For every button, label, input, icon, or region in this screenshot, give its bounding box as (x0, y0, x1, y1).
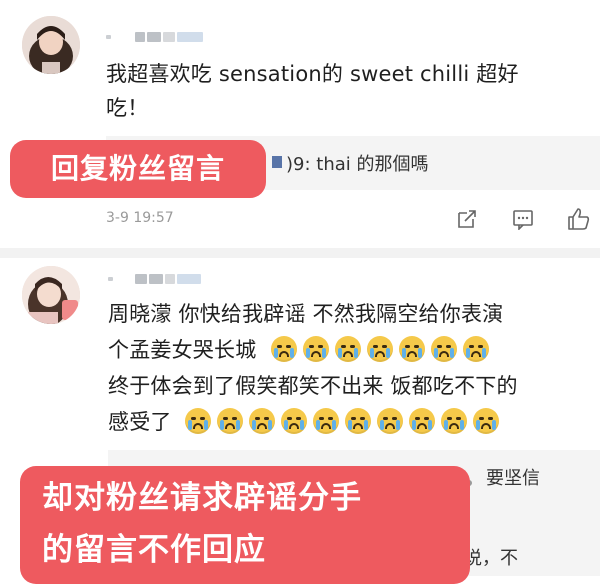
crying-emoji-icon (463, 336, 490, 362)
comment-text-line4: 感受了 (108, 406, 505, 438)
crying-emoji-icon (399, 336, 426, 362)
crying-emoji-icon (408, 408, 435, 434)
crying-emoji-icon (344, 408, 371, 434)
comment-text-line4-words: 感受了 (108, 410, 172, 434)
crying-emoji-icon (472, 408, 499, 434)
crying-emoji-icon (303, 336, 330, 362)
reply-user-blur (272, 156, 282, 168)
crying-emoji-icon (335, 336, 362, 362)
crying-emoji-icon (280, 408, 307, 434)
reply-text: )9: thai 的那個嗎 (286, 154, 429, 175)
username-redacted (108, 270, 201, 288)
comment-1: 我超喜欢吃 sensation的 sweet chilli 超好 吃！ )9: … (0, 0, 600, 250)
share-icon[interactable] (456, 208, 478, 230)
crying-emoji-icon (248, 408, 275, 434)
avatar-image (22, 266, 80, 324)
crying-emoji-icon (271, 336, 298, 362)
username-redacted (106, 28, 203, 46)
overlay-label-breakup-rumor: 却对粉丝请求辟谣分手 的留言不作回应 (20, 466, 470, 584)
timestamp: 3-9 19:57 (106, 210, 174, 226)
crying-emoji-icon (216, 408, 243, 434)
reply-text-line1: 要坚信 (486, 468, 540, 489)
avatar[interactable] (22, 266, 80, 324)
overlay-line2: 的留言不作回应 (42, 532, 266, 568)
avatar[interactable] (22, 16, 80, 74)
comment-text-line2-words: 个孟姜女哭长城 (108, 338, 257, 362)
comment-text-line2: 吃！ (106, 96, 149, 120)
crying-emoji-icon (376, 408, 403, 434)
comment-text-line2: 个孟姜女哭长城 (108, 334, 495, 366)
avatar-image (22, 16, 80, 74)
crying-emoji-icon (184, 408, 211, 434)
crying-emoji-icon (431, 336, 458, 362)
like-icon[interactable] (566, 206, 592, 232)
divider (0, 248, 600, 258)
overlay-label-reply-fan: 回复粉丝留言 (10, 140, 266, 198)
crying-emoji-icon (440, 408, 467, 434)
comment-2: 周晓濛 你快给我辟谣 不然我隔空给你表演 个孟姜女哭长城 终于体会到了假笑都笑不… (0, 258, 600, 584)
comment-text-line1: 我超喜欢吃 sensation的 sweet chilli 超好 (106, 62, 519, 86)
comment-text-line1: 周晓濛 你快给我辟谣 不然我隔空给你表演 (108, 302, 504, 326)
comment-icon[interactable] (512, 208, 534, 230)
overlay-line1: 却对粉丝请求辟谣分手 (42, 480, 362, 516)
comment-text-line3: 终于体会到了假笑都笑不出来 饭都吃不下的 (108, 374, 518, 398)
crying-emoji-icon (312, 408, 339, 434)
crying-emoji-icon (367, 336, 394, 362)
